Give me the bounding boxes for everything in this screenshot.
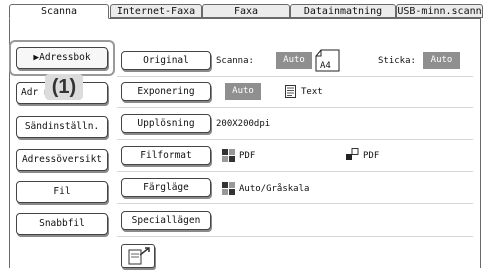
tab-internet-faxa[interactable]: Internet-Faxa [110, 4, 202, 18]
send-label: Sticka: [378, 56, 416, 66]
tab-bar: Scanna Internet-Faxa Faxa Datainmatning … [0, 0, 483, 19]
scan-preview-icon[interactable] [121, 244, 155, 268]
tab-datainmatning[interactable]: Datainmatning [290, 4, 396, 18]
row-divider [117, 107, 473, 108]
callout-label: (1) [45, 74, 83, 100]
scan-value: Auto [276, 52, 312, 69]
color-mode-icon [222, 182, 235, 198]
file-format-value-2: PDF [363, 151, 380, 161]
exposure-value: Auto [225, 83, 261, 100]
file-format-value: PDF [239, 151, 256, 161]
file-type-icon [222, 149, 235, 165]
tab-scanna[interactable]: Scanna [9, 4, 109, 19]
scan-label: Scanna: [216, 56, 254, 66]
original-button[interactable]: Original [121, 51, 211, 70]
tab-faxa[interactable]: Faxa [202, 4, 290, 18]
resolution-value: 200X200dpi [216, 119, 271, 129]
exposure-button[interactable]: Exponering [121, 82, 211, 101]
quick-file-button[interactable]: Snabbfil [16, 213, 108, 235]
row-divider [117, 203, 473, 204]
special-modes-button[interactable]: Speciallägen [121, 211, 211, 230]
send-value: Auto [423, 52, 460, 69]
row-divider [117, 171, 473, 172]
size-text: A4 [320, 61, 331, 71]
text-document-icon [285, 85, 296, 101]
row-divider [117, 236, 473, 237]
bw-file-icon [346, 148, 359, 164]
resolution-button[interactable]: Upplösning [121, 114, 211, 133]
color-mode-value: Auto/Gråskala [239, 184, 310, 194]
send-settings-button[interactable]: Sändinställn. [16, 116, 108, 138]
color-mode-button[interactable]: Färgläge [121, 178, 211, 197]
file-format-button[interactable]: Filformat [121, 146, 211, 165]
exposure-mode: Text [301, 87, 323, 97]
tab-usb-scan[interactable]: USB-minn.scann [396, 4, 483, 18]
row-divider [117, 139, 473, 140]
row-divider [117, 76, 473, 77]
document-a4-icon: A4 [315, 49, 341, 75]
addressbook-button[interactable]: ▶Adressbok [16, 47, 108, 69]
file-button[interactable]: Fil [16, 181, 108, 203]
address-review-button[interactable]: Adressöversikt [16, 149, 108, 171]
